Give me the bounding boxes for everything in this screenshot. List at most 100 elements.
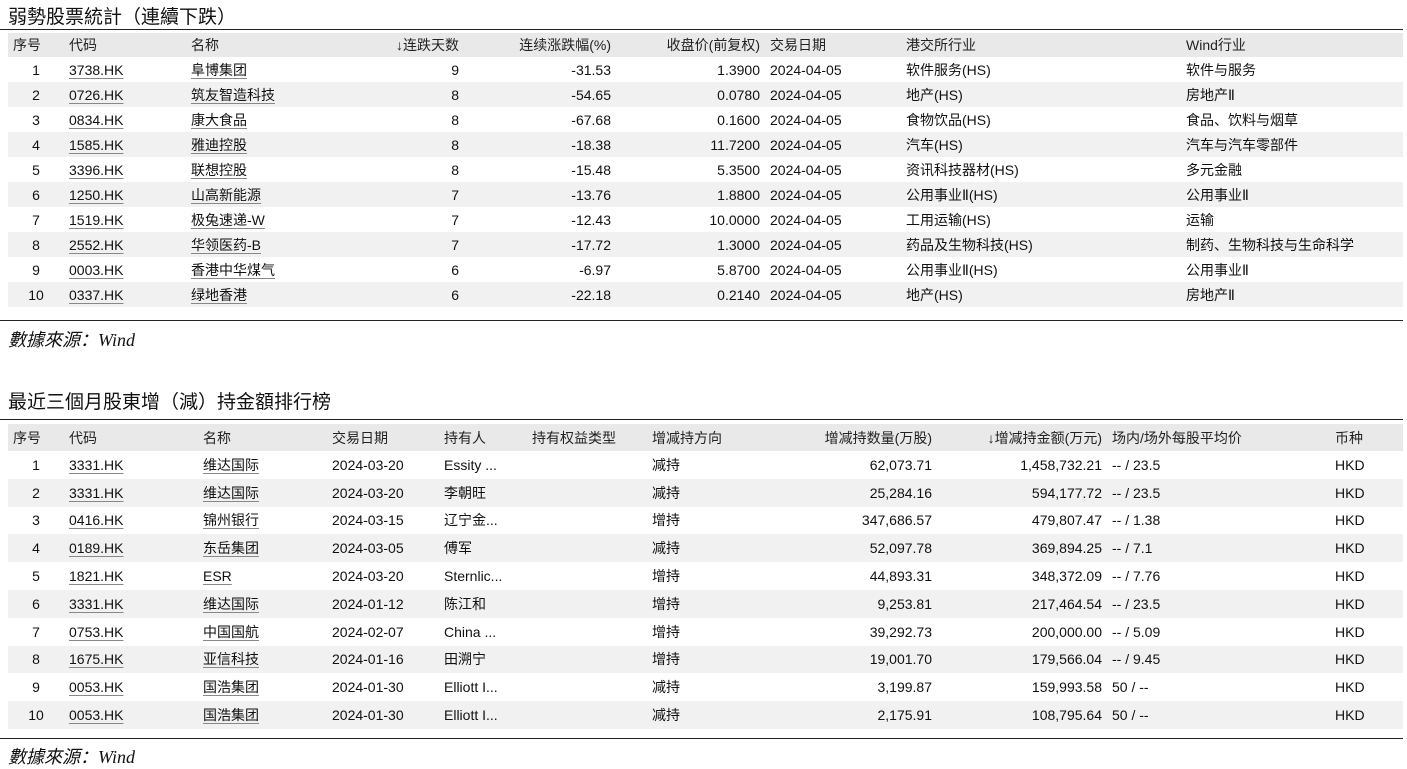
table-row[interactable]: 5 3396.HK 联想控股 8 -15.48 5.3500 2024-04-05 资讯科技器… bbox=[8, 157, 1403, 182]
col-header-change-quantity[interactable]: 增减持数量(万股) bbox=[767, 424, 937, 451]
col-header-equity-type[interactable]: 持有权益类型 bbox=[527, 424, 647, 451]
table-row[interactable]: 6 3331.HK 维达国际 2024-01-12 陈江和 增持 9,253.81 217,4… bbox=[8, 589, 1403, 618]
cell-name[interactable]: 锦州银行 bbox=[198, 507, 327, 535]
col-header-name[interactable]: 名称 bbox=[198, 424, 327, 451]
table-row[interactable]: 7 1519.HK 极兔速递-W 7 -12.43 10.0000 2024-04-05 工用… bbox=[8, 207, 1403, 232]
col-header-hkex-industry[interactable]: 港交所行业 bbox=[901, 33, 1181, 57]
cell-name[interactable]: 绿地香港 bbox=[186, 282, 336, 307]
cell-name-text[interactable]: 康大食品 bbox=[191, 112, 247, 128]
cell-name-text[interactable]: 极兔速递-W bbox=[191, 212, 265, 228]
cell-code[interactable]: 0416.HK bbox=[64, 507, 198, 535]
table-row[interactable]: 2 3331.HK 维达国际 2024-03-20 李朝旺 减持 25,284.16 594,… bbox=[8, 478, 1403, 507]
cell-name[interactable]: 香港中华煤气 bbox=[186, 257, 336, 282]
cell-name-text[interactable]: 雅迪控股 bbox=[191, 137, 247, 153]
col-header-index[interactable]: 序号 bbox=[8, 424, 64, 451]
col-header-name[interactable]: 名称 bbox=[186, 33, 336, 57]
cell-name[interactable]: 筑友智造科技 bbox=[186, 82, 336, 107]
cell-name[interactable]: 中国国航 bbox=[198, 618, 327, 646]
cell-name[interactable]: 康大食品 bbox=[186, 107, 336, 132]
cell-code[interactable]: 0753.HK bbox=[64, 618, 198, 646]
table-row[interactable]: 2 0726.HK 筑友智造科技 8 -54.65 0.0780 2024-04-05 地产(… bbox=[8, 82, 1403, 107]
col-header-change-amount[interactable]: ↓增减持金额(万元) bbox=[937, 424, 1107, 451]
cell-code-text[interactable]: 3331.HK bbox=[69, 457, 123, 473]
cell-code[interactable]: 0003.HK bbox=[64, 257, 186, 282]
cell-code[interactable]: 2552.HK bbox=[64, 232, 186, 257]
cell-name-text[interactable]: 华领医药-B bbox=[191, 237, 261, 253]
cell-code-text[interactable]: 0753.HK bbox=[69, 624, 123, 640]
cell-code[interactable]: 3331.HK bbox=[64, 478, 198, 507]
cell-code[interactable]: 0053.HK bbox=[64, 701, 198, 729]
table-row[interactable]: 7 0753.HK 中国国航 2024-02-07 China ... 增持 39,292.… bbox=[8, 618, 1403, 646]
cell-name[interactable]: 维达国际 bbox=[198, 478, 327, 507]
table-row[interactable]: 1 3331.HK 维达国际 2024-03-20 Essity ... 减持 62,073… bbox=[8, 451, 1403, 479]
col-header-holder[interactable]: 持有人 bbox=[439, 424, 527, 451]
cell-name[interactable]: 国浩集团 bbox=[198, 701, 327, 729]
cell-name-text[interactable]: 维达国际 bbox=[203, 485, 259, 501]
cell-code-text[interactable]: 0726.HK bbox=[69, 87, 123, 103]
cell-name-text[interactable]: 国浩集团 bbox=[203, 679, 259, 695]
table-row[interactable]: 9 0003.HK 香港中华煤气 6 -6.97 5.8700 2024-04-05 公用事业… bbox=[8, 257, 1403, 282]
table-row[interactable]: 10 0337.HK 绿地香港 6 -22.18 0.2140 2024-04-05 地产(H… bbox=[8, 282, 1403, 307]
cell-name[interactable]: 山高新能源 bbox=[186, 182, 336, 207]
cell-name[interactable]: 联想控股 bbox=[186, 157, 336, 182]
cell-name-text[interactable]: 维达国际 bbox=[203, 596, 259, 612]
col-header-down-days[interactable]: ↓连跌天数 bbox=[336, 33, 464, 57]
cell-code[interactable]: 0189.HK bbox=[64, 534, 198, 563]
cell-name[interactable]: 华领医药-B bbox=[186, 232, 336, 257]
col-header-avg-price[interactable]: 场内/场外每股平均价 bbox=[1107, 424, 1330, 451]
col-header-currency[interactable]: 币种 bbox=[1330, 424, 1403, 451]
table-row[interactable]: 5 1821.HK ESR 2024-03-20 Sternlic... 增持 44,893… bbox=[8, 562, 1403, 590]
cell-code[interactable]: 1250.HK bbox=[64, 182, 186, 207]
cell-name[interactable]: 亚信科技 bbox=[198, 645, 327, 674]
cell-name[interactable]: 国浩集团 bbox=[198, 673, 327, 701]
cell-code-text[interactable]: 3396.HK bbox=[69, 162, 123, 178]
table-row[interactable]: 3 0834.HK 康大食品 8 -67.68 0.1600 2024-04-05 食物饮品(… bbox=[8, 107, 1403, 132]
cell-name-text[interactable]: 中国国航 bbox=[203, 624, 259, 640]
cell-code-text[interactable]: 1675.HK bbox=[69, 651, 123, 667]
cell-code-text[interactable]: 0337.HK bbox=[69, 287, 123, 303]
table-row[interactable]: 8 2552.HK 华领医药-B 7 -17.72 1.3000 2024-04-05 药品及… bbox=[8, 232, 1403, 257]
table-row[interactable]: 3 0416.HK 锦州银行 2024-03-15 辽宁金... 增持 347,686.57… bbox=[8, 507, 1403, 535]
cell-code[interactable]: 3396.HK bbox=[64, 157, 186, 182]
table-row[interactable]: 9 0053.HK 国浩集团 2024-01-30 Elliott I... 减持 3,19… bbox=[8, 673, 1403, 701]
cell-code-text[interactable]: 1519.HK bbox=[69, 212, 123, 228]
table-row[interactable]: 6 1250.HK 山高新能源 7 -13.76 1.8800 2024-04-05 公用事业… bbox=[8, 182, 1403, 207]
cell-code[interactable]: 0726.HK bbox=[64, 82, 186, 107]
col-header-trade-date[interactable]: 交易日期 bbox=[765, 33, 901, 57]
cell-code[interactable]: 1821.HK bbox=[64, 562, 198, 590]
cell-code-text[interactable]: 3331.HK bbox=[69, 596, 123, 612]
cell-code-text[interactable]: 2552.HK bbox=[69, 237, 123, 253]
cell-name-text[interactable]: 东岳集团 bbox=[203, 540, 259, 556]
col-header-close-price[interactable]: 收盘价(前复权) bbox=[616, 33, 765, 57]
cell-code-text[interactable]: 3738.HK bbox=[69, 62, 123, 78]
cell-name[interactable]: 维达国际 bbox=[198, 589, 327, 618]
col-header-change-pct[interactable]: 连续涨跌幅(%) bbox=[464, 33, 616, 57]
cell-name-text[interactable]: 亚信科技 bbox=[203, 651, 259, 667]
cell-name-text[interactable]: 筑友智造科技 bbox=[191, 87, 275, 103]
cell-name-text[interactable]: 维达国际 bbox=[203, 457, 259, 473]
cell-name-text[interactable]: 锦州银行 bbox=[203, 512, 259, 528]
cell-code[interactable]: 0053.HK bbox=[64, 673, 198, 701]
cell-code-text[interactable]: 3331.HK bbox=[69, 485, 123, 501]
col-header-index[interactable]: 序号 bbox=[8, 33, 64, 57]
cell-code-text[interactable]: 0416.HK bbox=[69, 512, 123, 528]
table-row[interactable]: 10 0053.HK 国浩集团 2024-01-30 Elliott I... 减持 2,1… bbox=[8, 701, 1403, 729]
cell-name-text[interactable]: 联想控股 bbox=[191, 162, 247, 178]
cell-code[interactable]: 0834.HK bbox=[64, 107, 186, 132]
cell-name[interactable]: 东岳集团 bbox=[198, 534, 327, 563]
cell-code-text[interactable]: 1250.HK bbox=[69, 187, 123, 203]
cell-code[interactable]: 3331.HK bbox=[64, 589, 198, 618]
cell-code[interactable]: 0337.HK bbox=[64, 282, 186, 307]
cell-code-text[interactable]: 0003.HK bbox=[69, 262, 123, 278]
cell-name[interactable]: 极兔速递-W bbox=[186, 207, 336, 232]
cell-name[interactable]: 维达国际 bbox=[198, 451, 327, 479]
cell-code-text[interactable]: 0834.HK bbox=[69, 112, 123, 128]
cell-name-text[interactable]: ESR bbox=[203, 568, 232, 584]
cell-name[interactable]: ESR bbox=[198, 562, 327, 590]
cell-name[interactable]: 雅迪控股 bbox=[186, 132, 336, 157]
col-header-wind-industry[interactable]: Wind行业 bbox=[1181, 33, 1403, 57]
cell-name-text[interactable]: 香港中华煤气 bbox=[191, 262, 275, 278]
cell-code-text[interactable]: 0053.HK bbox=[69, 679, 123, 695]
table-row[interactable]: 4 0189.HK 东岳集团 2024-03-05 傅军 减持 52,097.78 369,8… bbox=[8, 534, 1403, 563]
cell-code[interactable]: 3738.HK bbox=[64, 57, 186, 82]
